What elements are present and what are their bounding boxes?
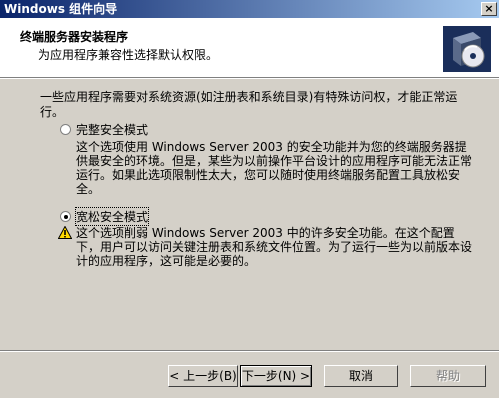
header-subtitle: 为应用程序兼容性选择默认权限。 xyxy=(38,48,219,62)
header-title: 终端服务器安装程序 xyxy=(20,30,129,44)
footer-separator-highlight xyxy=(0,351,499,352)
close-icon: × xyxy=(484,2,494,15)
relaxed-security-description: 这个选项削弱 Windows Server 2003 中的许多安全功能。在这个配… xyxy=(76,226,473,268)
header-separator xyxy=(0,78,499,79)
radio-selected-dot xyxy=(64,215,68,219)
setup-box-cd-icon xyxy=(443,26,491,72)
warning-icon xyxy=(58,226,72,239)
back-button[interactable]: < 上一步(B) xyxy=(168,365,238,387)
help-button[interactable]: 帮助 xyxy=(410,365,486,387)
full-security-radio[interactable] xyxy=(60,124,71,135)
full-security-label[interactable]: 完整安全模式 xyxy=(76,121,148,138)
relaxed-security-radio[interactable] xyxy=(60,211,71,222)
cancel-button[interactable]: 取消 xyxy=(324,365,398,387)
next-button[interactable]: 下一步(N) > xyxy=(240,365,312,387)
relaxed-security-label[interactable]: 宽松安全模式 xyxy=(74,207,150,226)
intro-text: 一些应用程序需要对系统资源(如注册表和系统目录)有特殊访问权，才能正常运行。 xyxy=(40,90,458,119)
close-button[interactable]: × xyxy=(481,2,497,16)
full-security-description: 这个选项使用 Windows Server 2003 的安全功能并为您的终端服务… xyxy=(76,140,473,196)
title-bar: Windows 组件向导 × xyxy=(0,0,499,18)
window-title: Windows 组件向导 xyxy=(4,2,118,16)
wizard-header: 终端服务器安装程序 为应用程序兼容性选择默认权限。 xyxy=(0,18,499,78)
